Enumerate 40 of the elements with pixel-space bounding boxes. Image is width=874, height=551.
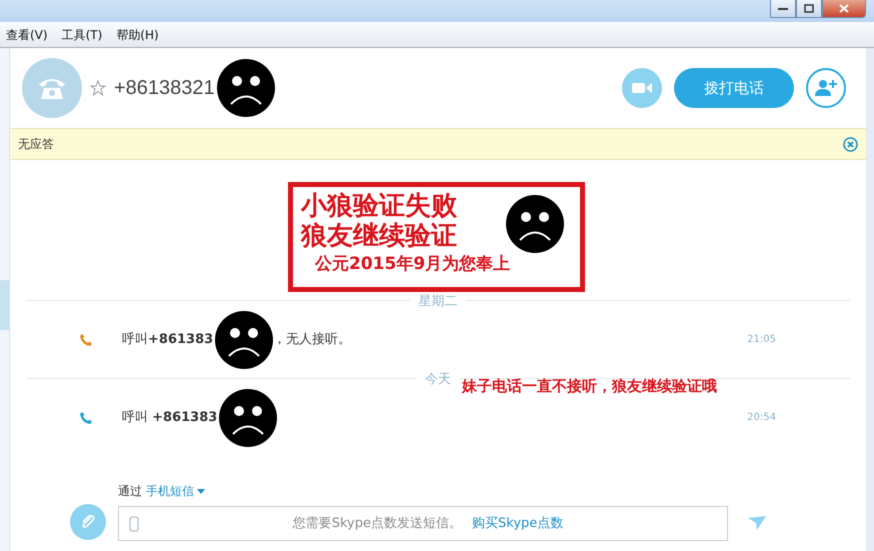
menu-item[interactable]: 工具(T) xyxy=(58,26,106,44)
message-field[interactable]: 您需要Skype点数发送短信。 购买Skype点数 xyxy=(118,506,728,541)
mobile-phone-icon xyxy=(129,516,139,532)
attach-button[interactable] xyxy=(70,504,106,540)
via-label: 通过 xyxy=(118,483,142,500)
minimize-button[interactable] xyxy=(770,0,796,18)
menu-item[interactable]: 查看(V) xyxy=(2,26,52,44)
message-notice: 您需要Skype点数发送短信。 xyxy=(292,514,462,533)
call-button[interactable]: 拨打电话 xyxy=(674,68,794,108)
close-icon[interactable] xyxy=(843,136,858,152)
stamp-text: 公元2015年9月为您奉上 xyxy=(314,253,510,276)
stamp-text: 小狼验证失败 xyxy=(301,191,457,221)
channel-dropdown[interactable]: 手机短信 xyxy=(146,482,205,500)
video-camera-icon xyxy=(632,81,652,95)
buy-credit-link[interactable]: 购买Skype点数 xyxy=(472,514,564,534)
call-time: 20:54 xyxy=(747,411,776,425)
caption-text: 妹子电话一直不接听，狼友继续验证哦 xyxy=(462,376,717,397)
call-text: 呼叫+861383 xyxy=(122,330,214,349)
notice-text: 无应答 xyxy=(18,136,54,153)
stamp-text: 狼友继续验证 xyxy=(301,221,457,251)
maximize-icon xyxy=(804,4,814,13)
add-person-icon xyxy=(815,79,837,97)
star-icon[interactable] xyxy=(90,80,106,96)
maximize-button[interactable] xyxy=(796,0,822,18)
telephone-icon xyxy=(37,76,67,100)
sad-face-icon xyxy=(506,195,564,253)
contact-name: +86138321 xyxy=(114,76,215,101)
caret-icon xyxy=(197,488,205,494)
menu-item[interactable]: 帮助(H) xyxy=(112,26,163,44)
send-button[interactable] xyxy=(748,513,766,531)
call-text: ，无人接听。 xyxy=(273,330,352,349)
add-contact-button[interactable] xyxy=(806,68,846,108)
minimize-icon xyxy=(778,6,788,10)
call-time: 21:05 xyxy=(747,333,776,347)
close-icon xyxy=(839,4,849,13)
video-call-button[interactable] xyxy=(622,68,662,108)
scrollbar[interactable] xyxy=(866,48,874,551)
close-button[interactable] xyxy=(822,0,866,18)
send-icon xyxy=(748,516,766,530)
call-text: 呼叫 +861383 xyxy=(122,408,218,427)
